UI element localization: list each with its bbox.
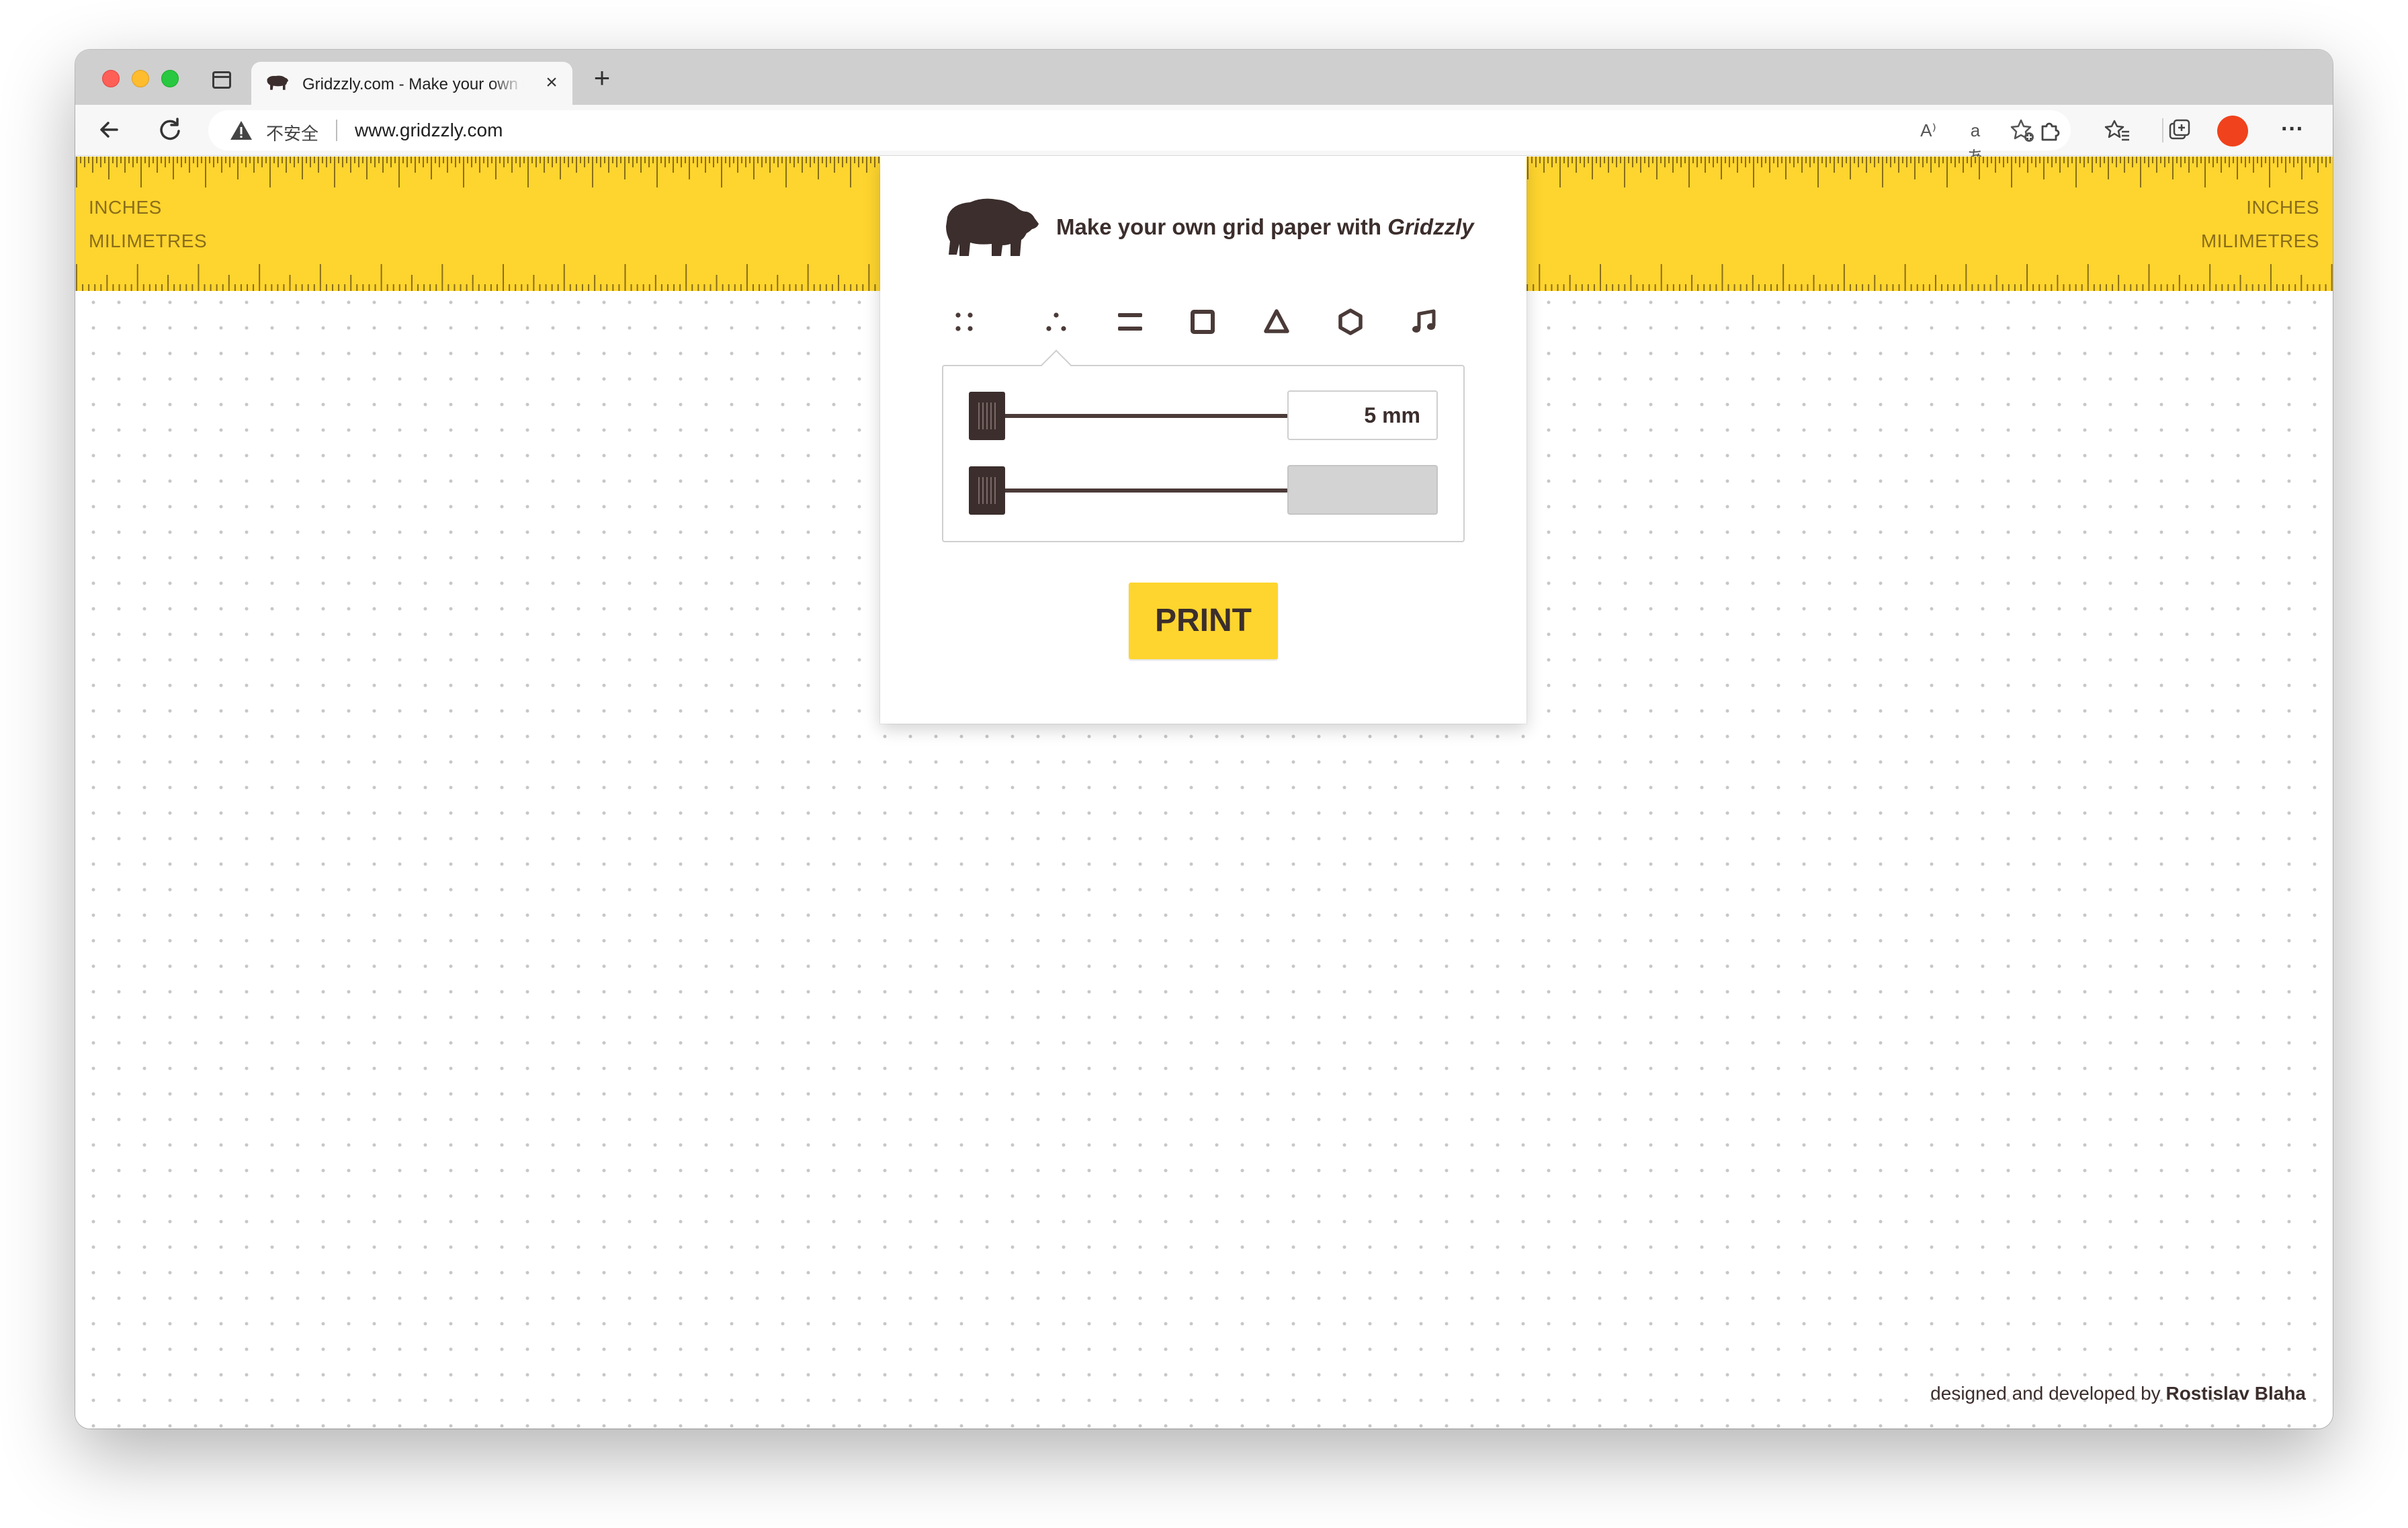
pattern-lines-button[interactable] (1110, 302, 1150, 342)
pattern-music-staff-button[interactable] (1404, 302, 1445, 342)
size-unit: mm (1382, 403, 1420, 427)
headline-brand: Gridzzly (1387, 214, 1474, 239)
minimize-window-button[interactable] (132, 70, 149, 87)
settings-panel: Make your own grid paper with Gridzzly 5… (880, 157, 1526, 724)
pattern-dot-grid-button[interactable] (943, 302, 984, 342)
security-status-label[interactable]: 不安全 (266, 120, 318, 145)
bear-favicon-icon (267, 75, 289, 90)
bear-logo-icon (946, 198, 1039, 256)
footer-credit: designed and developed by Rostislav Blah… (1930, 1383, 2306, 1404)
music-note-icon (1412, 309, 1436, 333)
read-aloud-icon[interactable]: A⁾ (1915, 117, 1942, 144)
credit-text: designed and developed by (1930, 1383, 2166, 1404)
ruler-inches-label-left: INCHES (89, 197, 162, 218)
address-bar[interactable]: 不安全 www.gridzzly.com A⁾ aあ (208, 110, 2071, 167)
new-tab-button[interactable]: + (587, 64, 617, 94)
profile-avatar[interactable] (2217, 116, 2248, 146)
collections-icon[interactable] (2166, 117, 2193, 144)
tab-strip: Gridzzly.com - Make your own grid paper … (75, 50, 2333, 105)
pattern-hexagon-grid-button[interactable] (1330, 302, 1371, 342)
tab-gridzzly[interactable]: Gridzzly.com - Make your own grid paper … (251, 62, 572, 105)
zoom-window-button[interactable] (161, 70, 179, 87)
tab-close-icon[interactable]: × (540, 71, 563, 94)
page-canvas: INCHES MILIMETRES INCHES MILIMETRES Make… (75, 157, 2333, 1429)
triangular-dots-icon (1046, 312, 1066, 331)
size-slider-track[interactable] (990, 414, 1289, 418)
size-value: 5 (1364, 403, 1377, 427)
print-button[interactable]: PRINT (1129, 583, 1278, 659)
weight-value-field (1287, 465, 1438, 515)
panel-headline: Make your own grid paper with Gridzzly (1056, 214, 1474, 240)
add-favorite-icon[interactable] (2009, 117, 2036, 144)
size-value-field[interactable]: 5 mm (1287, 390, 1438, 440)
headline-text: Make your own grid paper with (1056, 214, 1388, 239)
extensions-icon[interactable] (2037, 117, 2064, 144)
weight-slider-track[interactable] (990, 489, 1289, 493)
lines-icon (1118, 313, 1142, 331)
url-text[interactable]: www.gridzzly.com (355, 120, 503, 141)
settings-box: 5 mm (942, 365, 1465, 542)
back-button[interactable] (93, 113, 126, 146)
tab-actions-icon[interactable] (212, 71, 231, 89)
size-slider-thumb[interactable] (969, 392, 1005, 440)
credit-author-link[interactable]: Rostislav Blaha (2165, 1383, 2306, 1404)
ruler-millimetres-label-left: MILIMETRES (89, 230, 208, 251)
translate-icon[interactable]: aあ (1962, 117, 1989, 167)
weight-slider-thumb[interactable] (969, 466, 1005, 515)
favorites-icon[interactable] (2104, 117, 2131, 144)
hexagon-icon (1338, 308, 1363, 335)
browser-toolbar: 不安全 www.gridzzly.com A⁾ aあ ··· (75, 105, 2333, 167)
pattern-square-grid-button[interactable] (1182, 302, 1223, 342)
back-arrow-icon (100, 122, 118, 138)
more-menu-icon[interactable]: ··· (2279, 117, 2306, 144)
pattern-triangle-grid-button[interactable] (1256, 302, 1297, 342)
browser-window: Gridzzly.com - Make your own grid paper … (75, 50, 2333, 1429)
ruler-millimetres-label-right: MILIMETRES (2200, 230, 2319, 251)
dot-grid-icon (955, 312, 973, 331)
ruler-inches-label-right: INCHES (2246, 197, 2319, 218)
triangle-icon (1264, 309, 1289, 333)
address-divider (336, 120, 337, 141)
square-icon (1191, 310, 1215, 334)
reload-icon (160, 118, 180, 140)
warning-icon (230, 121, 252, 140)
toolbar-divider (2162, 118, 2163, 142)
reload-button[interactable] (153, 113, 187, 146)
close-window-button[interactable] (102, 70, 120, 87)
pattern-triangular-dots-button[interactable] (1036, 302, 1076, 342)
tab-title: Gridzzly.com - Make your own grid paper (302, 75, 524, 93)
